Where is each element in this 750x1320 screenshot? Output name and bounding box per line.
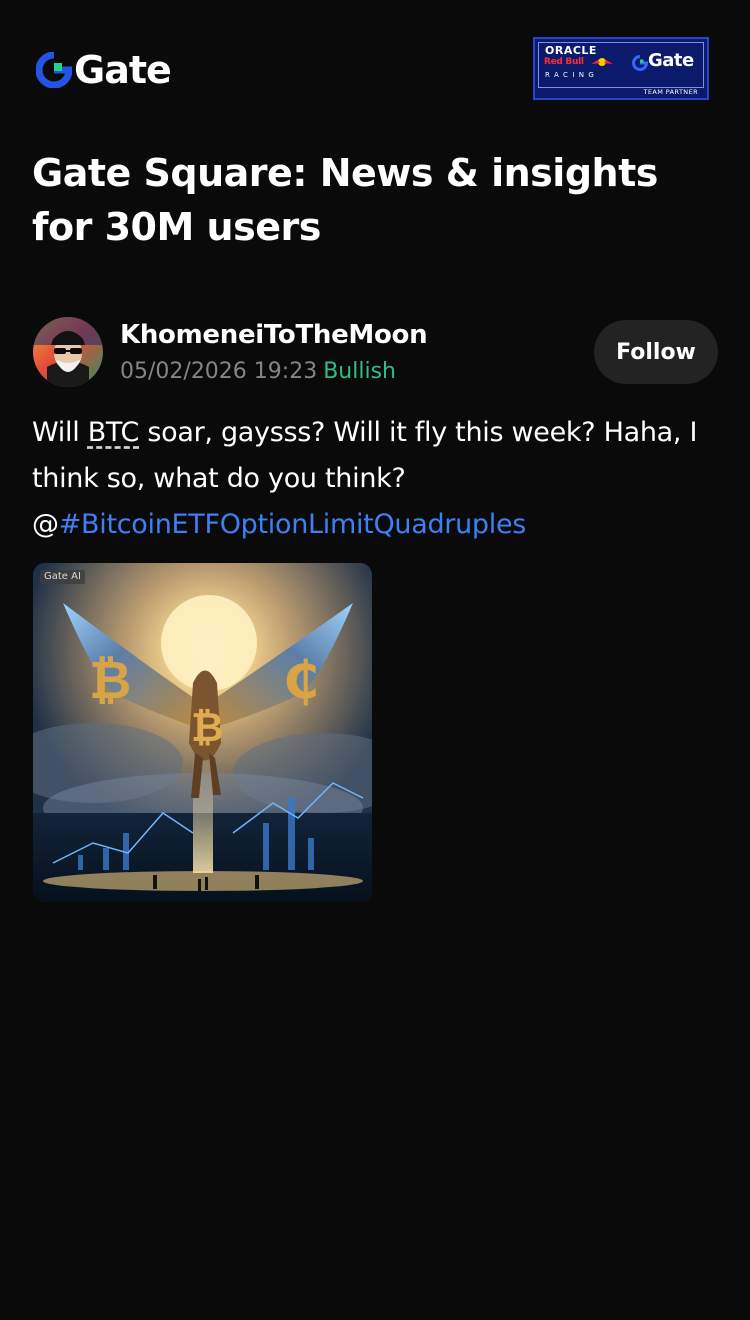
partner-redbull-text: Red Bull: [544, 57, 584, 67]
mention-prefix: @: [32, 509, 59, 540]
partner-gate-text: Gate: [648, 50, 694, 71]
post-meta: 05/02/2026 19:23 Bullish: [120, 357, 396, 387]
hashtag-link[interactable]: #BitcoinETFOptionLimitQuadruples: [59, 509, 527, 540]
gate-badge-icon: [632, 55, 648, 71]
logo-text: Gate: [74, 48, 172, 92]
gate-logo-icon: [36, 52, 72, 88]
author-name[interactable]: KhomeneiToTheMoon: [120, 317, 428, 353]
svg-text:₿: ₿: [89, 651, 131, 711]
coin-tag-link[interactable]: BTC: [88, 417, 140, 448]
avatar-image: [33, 317, 103, 387]
partner-racing-text: RACING: [545, 71, 599, 79]
post-text-part1: Will: [32, 417, 88, 448]
post-text: Will BTC soar, gaysss? Will it fly this …: [32, 410, 722, 548]
partner-badge[interactable]: ORACLE Red Bull RACING Gate TEAM PARTNER: [533, 37, 709, 100]
page: Gate ORACLE Red Bull RACING Gate TEAM PA…: [0, 0, 750, 1320]
post-timestamp: 05/02/2026 19:23: [120, 359, 318, 384]
follow-button[interactable]: Follow: [594, 320, 718, 384]
page-title: Gate Square: News & insights for 30M use…: [32, 151, 658, 249]
svg-text:₵: ₵: [283, 651, 319, 711]
partner-team-text: TEAM PARTNER: [643, 88, 698, 96]
header: Gate ORACLE Red Bull RACING Gate TEAM PA…: [0, 0, 750, 140]
post-image[interactable]: ₿ ₵ ₿ Gate AI: [33, 563, 372, 902]
svg-text:₿: ₿: [191, 705, 224, 751]
gate-logo[interactable]: Gate: [36, 48, 172, 92]
post-image-artwork: ₿ ₵ ₿: [33, 563, 372, 902]
avatar[interactable]: [33, 317, 103, 387]
ai-generated-tag: Gate AI: [40, 570, 85, 584]
sentiment-badge: Bullish: [323, 359, 396, 384]
redbull-icon: [591, 58, 613, 66]
